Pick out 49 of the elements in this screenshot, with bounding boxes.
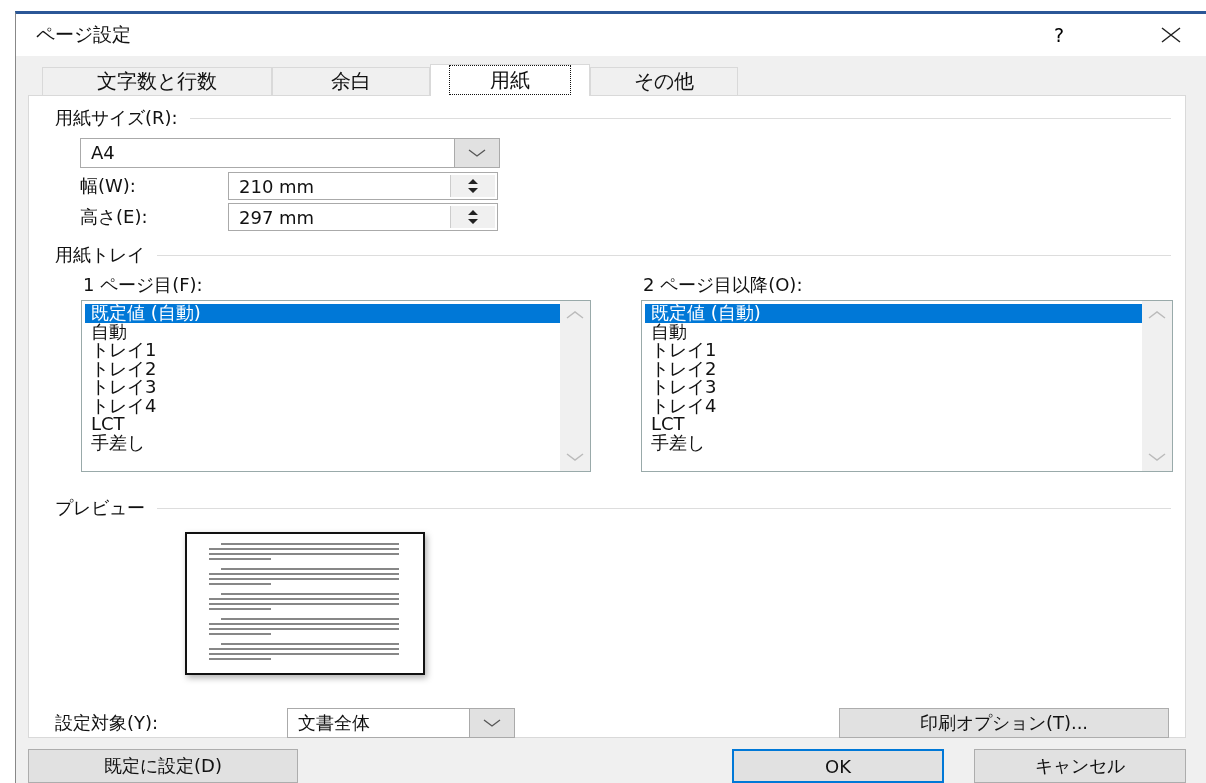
spin-field[interactable]: 210 mm [228, 172, 498, 200]
list-item[interactable]: トレイ2 [85, 359, 560, 378]
list-item[interactable]: 既定値 (自動) [645, 304, 1142, 323]
tab[interactable]: 余白 [272, 67, 430, 95]
list-item[interactable]: LCT [85, 415, 560, 434]
tab[interactable]: 用紙 [430, 64, 590, 96]
apply-to-dropdown[interactable]: 文書全体 [287, 708, 515, 738]
list-item[interactable]: LCT [645, 415, 1142, 434]
close-icon[interactable] [1160, 27, 1182, 43]
chevron-down-icon [468, 149, 486, 157]
list-item[interactable]: 自動 [85, 322, 560, 341]
list-item[interactable]: トレイ1 [85, 341, 560, 360]
list-item[interactable]: 手差し [85, 433, 560, 452]
list-item[interactable]: 既定値 (自動) [85, 304, 560, 323]
tab[interactable]: その他 [590, 67, 738, 95]
window-title: ページ設定 [36, 22, 131, 47]
list-item[interactable]: 手差し [645, 433, 1142, 452]
list-item[interactable]: トレイ3 [85, 378, 560, 397]
list-item[interactable]: トレイ4 [85, 396, 560, 415]
section-heading: 用紙トレイ [55, 243, 145, 267]
section-heading: プレビュー [55, 496, 145, 520]
list-item[interactable]: トレイ1 [645, 341, 1142, 360]
list-label: 1 ページ目(F): [83, 273, 204, 297]
tray-list[interactable]: 既定値 (自動) 自動 トレイ1 トレイ2 トレイ3 トレイ4 LCT 手差し [641, 300, 1173, 472]
list-item[interactable]: 自動 [645, 322, 1142, 341]
scroll-up-icon[interactable] [566, 311, 584, 319]
spin-arrows-icon [467, 177, 479, 195]
tray-list[interactable]: 既定値 (自動) 自動 トレイ1 トレイ2 トレイ3 トレイ4 LCT 手差し [81, 300, 591, 472]
field-label: 高さ(E): [80, 205, 149, 229]
tab[interactable]: 文字数と行数 [42, 67, 272, 95]
spin-field[interactable]: 297 mm [228, 203, 498, 231]
list-item[interactable]: トレイ4 [645, 396, 1142, 415]
dialog-button[interactable]: キャンセル [974, 749, 1186, 783]
list-item[interactable]: トレイ2 [645, 359, 1142, 378]
field-label: 幅(W): [80, 174, 137, 198]
print-options-button[interactable]: 印刷オプション(T)... [839, 708, 1169, 738]
list-label: 2 ページ目以降(O): [643, 273, 804, 297]
scroll-down-icon[interactable] [566, 453, 584, 461]
paper-size-dropdown[interactable]: A4 [80, 138, 500, 168]
section-heading: 用紙サイズ(R): [55, 106, 178, 130]
scroll-up-icon[interactable] [1148, 311, 1166, 319]
spin-arrows-icon [467, 208, 479, 226]
dialog-button[interactable]: 既定に設定(D) [28, 749, 298, 783]
dialog-button[interactable]: OK [732, 749, 944, 783]
scroll-down-icon[interactable] [1148, 453, 1166, 461]
list-item[interactable]: トレイ3 [645, 378, 1142, 397]
field-label: 設定対象(Y): [55, 711, 160, 735]
help-button[interactable]: ? [1053, 24, 1064, 46]
chevron-down-icon [483, 719, 501, 727]
